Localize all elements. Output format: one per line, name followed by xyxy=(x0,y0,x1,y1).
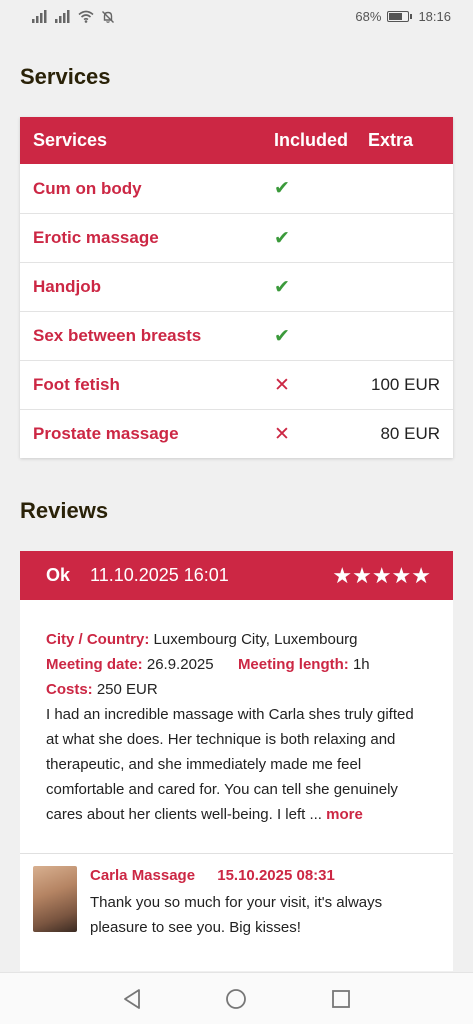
reply-author[interactable]: Carla Massage xyxy=(90,867,195,884)
signal-icon xyxy=(55,10,70,23)
wifi-icon xyxy=(78,10,94,23)
service-name: Foot fetish xyxy=(33,375,120,394)
services-table-header: Services Included Extra xyxy=(20,117,453,164)
bell-off-icon xyxy=(102,10,114,23)
col-header-included: Included xyxy=(274,130,349,150)
review-reply: Carla Massage 15.10.2025 08:31 Thank you… xyxy=(33,866,440,940)
check-icon: ✔ xyxy=(274,227,290,249)
service-name: Prostate massage xyxy=(33,424,179,443)
recents-button[interactable] xyxy=(329,987,353,1011)
table-row: Cum on body ✔ xyxy=(20,164,453,213)
reply-header: Carla Massage 15.10.2025 08:31 xyxy=(90,866,440,886)
review-header: Ok 11.10.2025 16:01 ★★★★★ xyxy=(20,551,453,600)
table-row: Prostate massage ✕ 80 EUR xyxy=(20,409,453,458)
status-icons-left xyxy=(32,10,115,24)
service-name: Sex between breasts xyxy=(33,326,202,345)
recents-square-icon xyxy=(331,989,350,1008)
city-value: Luxembourg City, Luxembourg xyxy=(153,631,358,648)
meeting-length-value: 1h xyxy=(352,656,370,673)
review-meeting: Meeting date: 26.9.2025 Meeting length: … xyxy=(46,652,427,677)
services-heading: Services xyxy=(20,64,111,89)
reply-date: 15.10.2025 08:31 xyxy=(217,867,335,884)
service-included: ✕ xyxy=(260,374,357,397)
back-triangle-icon xyxy=(124,988,141,1009)
battery-percent: 68% xyxy=(355,9,382,24)
back-button[interactable] xyxy=(120,987,144,1011)
service-name: Handjob xyxy=(33,277,101,296)
service-name: Cum on body xyxy=(33,178,142,198)
cross-icon: ✕ xyxy=(274,374,290,396)
review-city: City / Country: Luxembourg City, Luxembo… xyxy=(46,627,427,652)
col-header-services: Services xyxy=(33,130,108,150)
review-text: I had an incredible massage with Carla s… xyxy=(46,702,427,827)
meeting-length-label: Meeting length: xyxy=(237,656,349,673)
service-included: ✕ xyxy=(260,423,357,446)
meeting-date-label: Meeting date: xyxy=(46,656,143,673)
reply-content: Carla Massage 15.10.2025 08:31 Thank you… xyxy=(90,866,440,940)
home-button[interactable] xyxy=(224,987,248,1011)
meeting-date-value: 26.9.2025 xyxy=(146,656,214,673)
system-nav-bar xyxy=(0,972,473,1024)
reviews-heading: Reviews xyxy=(20,498,109,523)
service-name: Erotic massage xyxy=(33,228,159,247)
table-row: Foot fetish ✕ 100 EUR xyxy=(20,360,453,409)
service-extra-price: 100 EUR xyxy=(371,375,440,394)
review-card: Ok 11.10.2025 16:01 ★★★★★ City / Country… xyxy=(20,551,453,971)
review-rating-label: Ok xyxy=(46,565,71,585)
review-body: City / Country: Luxembourg City, Luxembo… xyxy=(20,600,453,827)
clock: 18:16 xyxy=(418,9,451,24)
battery-icon xyxy=(387,11,413,22)
check-icon: ✔ xyxy=(274,178,290,199)
table-row: Handjob ✔ xyxy=(20,262,453,311)
services-table: Services Included Extra Cum on body ✔ Erot… xyxy=(20,117,453,458)
col-header-extra: Extra xyxy=(368,130,414,150)
check-icon: ✔ xyxy=(274,325,290,347)
service-included: ✔ xyxy=(260,177,357,200)
status-icons-right: 68% 18:16 xyxy=(355,9,451,24)
costs-value: 250 EUR xyxy=(96,681,158,698)
review-costs: Costs: 250 EUR xyxy=(46,677,427,702)
table-row: Erotic massage ✔ xyxy=(20,213,453,262)
city-label: City / Country: xyxy=(46,631,150,648)
cross-icon: ✕ xyxy=(274,423,290,445)
service-included: ✔ xyxy=(260,227,357,250)
service-extra-price: 80 EUR xyxy=(380,424,440,443)
costs-label: Costs: xyxy=(46,681,93,698)
check-icon: ✔ xyxy=(274,276,290,298)
star-rating-icon: ★★★★★ xyxy=(332,562,431,588)
service-included: ✔ xyxy=(260,325,357,348)
more-link[interactable]: more xyxy=(326,806,363,823)
divider xyxy=(20,853,453,854)
reply-text: Thank you so much for your visit, it's a… xyxy=(90,894,383,936)
status-bar: 68% 18:16 xyxy=(0,0,473,33)
table-row: Sex between breasts ✔ xyxy=(20,311,453,360)
avatar[interactable] xyxy=(33,866,77,932)
service-included: ✔ xyxy=(260,276,357,299)
home-circle-icon xyxy=(226,988,247,1009)
review-date: 11.10.2025 16:01 xyxy=(90,565,229,585)
signal-icon xyxy=(32,10,47,23)
